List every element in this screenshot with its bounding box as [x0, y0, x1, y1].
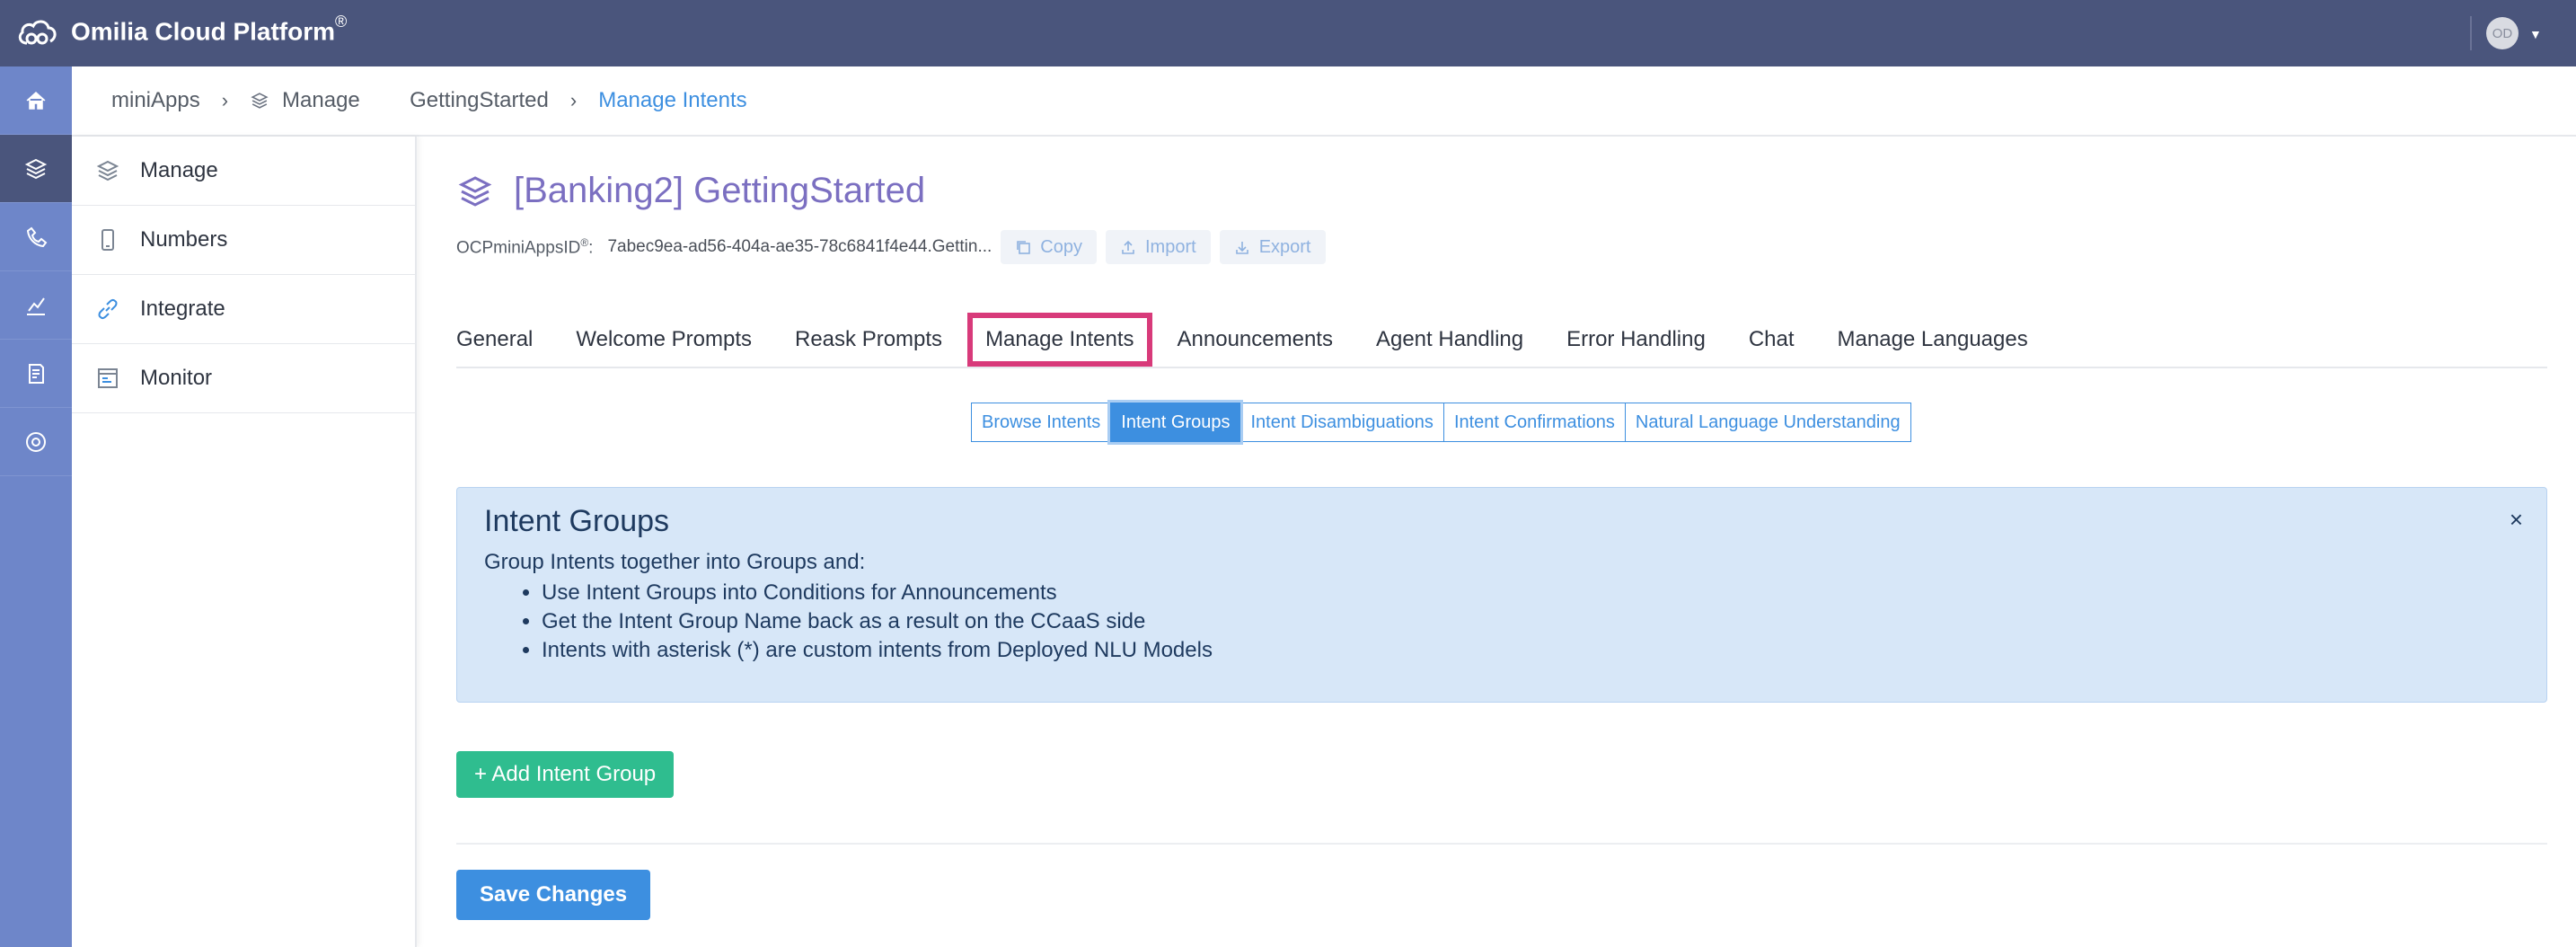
subtab-intent-groups[interactable]: Intent Groups	[1110, 403, 1241, 442]
copy-icon	[1017, 241, 1031, 254]
rail-item-global[interactable]	[0, 408, 72, 476]
chevron-right-icon: ›	[221, 89, 229, 111]
breadcrumb-item-miniapps[interactable]: miniApps	[111, 88, 200, 113]
page-title: [Banking2] GettingStarted	[514, 171, 926, 210]
subtab-intent-confirmations[interactable]: Intent Confirmations	[1442, 403, 1626, 442]
app-id-value: 7abec9ea-ad56-404a-ae35-78c6841f4e44.Get…	[607, 237, 992, 256]
caret-down-icon[interactable]: ▼	[2529, 27, 2542, 41]
tab-welcome-prompts[interactable]: Welcome Prompts	[576, 327, 752, 352]
sidebar-item-label: Numbers	[140, 227, 228, 252]
layers-icon	[458, 175, 492, 207]
sidebar-item-manage[interactable]: Manage	[72, 137, 415, 206]
app-id-label: OCPminiAppsID®:	[456, 235, 594, 258]
layers-icon	[96, 160, 119, 181]
info-list: Use Intent Groups into Conditions for An…	[542, 579, 2519, 665]
divider	[456, 843, 2547, 845]
tab-bar: General Welcome Prompts Reask Prompts Ma…	[456, 313, 2547, 368]
save-changes-button[interactable]: Save Changes	[456, 870, 651, 920]
subtab-intent-disambiguations[interactable]: Intent Disambiguations	[1239, 403, 1444, 442]
breadcrumb-item-gettingstarted[interactable]: GettingStarted	[410, 88, 549, 113]
avatar[interactable]: OD	[2486, 17, 2519, 49]
breadcrumb-item-manage[interactable]: Manage	[250, 88, 360, 113]
tab-agent-handling[interactable]: Agent Handling	[1376, 327, 1523, 352]
sidebar-item-numbers[interactable]: Numbers	[72, 206, 415, 275]
chart-icon	[27, 296, 45, 315]
import-button[interactable]: Import	[1106, 230, 1211, 264]
page-header: [Banking2] GettingStarted	[456, 171, 925, 211]
phone-icon	[26, 226, 48, 247]
rail-item-numbers[interactable]	[0, 203, 72, 271]
top-bar: Omilia Cloud Platform® OD ▼	[0, 0, 2576, 66]
info-intro: Group Intents together into Groups and:	[484, 550, 866, 574]
monitor-icon	[98, 368, 118, 388]
breadcrumb: miniApps › Manage › GettingStarted › Man…	[72, 66, 2576, 137]
list-item: Use Intent Groups into Conditions for An…	[542, 579, 2519, 607]
app-id-row: OCPminiAppsID®: 7abec9ea-ad56-404a-ae35-…	[456, 230, 1326, 264]
close-icon[interactable]: ×	[2510, 506, 2523, 534]
info-panel: Intent Groups Group Intents together int…	[456, 487, 2547, 703]
export-button[interactable]: Export	[1219, 230, 1326, 264]
tab-chat[interactable]: Chat	[1749, 327, 1795, 352]
rail-item-analytics[interactable]	[0, 271, 72, 340]
tab-manage-languages[interactable]: Manage Languages	[1838, 327, 2028, 352]
upload-icon	[1122, 240, 1134, 254]
sidebar-item-monitor[interactable]: Monitor	[72, 344, 415, 413]
app-title[interactable]: Omilia Cloud Platform®	[71, 13, 348, 46]
tab-error-handling[interactable]: Error Handling	[1566, 327, 1706, 352]
layers-icon	[251, 93, 269, 109]
tab-announcements[interactable]: Announcements	[1178, 327, 1333, 352]
icon-rail	[0, 66, 72, 947]
invoice-icon	[29, 363, 44, 384]
sidebar-item-label: Monitor	[140, 366, 213, 390]
rail-item-manage[interactable]	[0, 135, 72, 203]
subtab-natural-language-understanding[interactable]: Natural Language Understanding	[1624, 403, 1911, 442]
list-item: Intents with asterisk (*) are custom int…	[542, 636, 2519, 665]
chevron-right-icon: ›	[569, 89, 578, 111]
home-icon	[26, 91, 46, 110]
download-icon	[1235, 242, 1248, 254]
rail-item-home[interactable]	[0, 66, 72, 135]
phone-icon	[101, 229, 114, 251]
cloud-icon[interactable]	[16, 16, 57, 49]
subtab-group: Browse Intents Intent Groups Intent Disa…	[971, 403, 1911, 442]
list-item: Get the Intent Group Name back as a resu…	[542, 607, 2519, 636]
tab-manage-intents[interactable]: Manage Intents	[967, 313, 1152, 367]
rail-item-billing[interactable]	[0, 340, 72, 408]
copy-button[interactable]: Copy	[1001, 230, 1097, 264]
info-title: Intent Groups	[484, 504, 670, 538]
topbar-divider	[2470, 16, 2472, 50]
sidebar-item-integrate[interactable]: Integrate	[72, 275, 415, 344]
subtab-browse-intents[interactable]: Browse Intents	[971, 403, 1112, 442]
link-icon	[98, 298, 118, 320]
trademark-symbol: ®	[335, 13, 348, 31]
globe-icon	[26, 431, 46, 452]
add-intent-group-button[interactable]: + Add Intent Group	[456, 751, 675, 798]
tab-reask-prompts[interactable]: Reask Prompts	[795, 327, 942, 352]
sidebar-item-label: Manage	[140, 158, 218, 182]
breadcrumb-item-current: Manage Intents	[598, 88, 747, 112]
trademark-symbol: ®	[580, 235, 589, 249]
sidebar-item-label: Integrate	[140, 296, 225, 321]
layers-icon	[24, 158, 48, 179]
breadcrumb-label: Manage	[282, 88, 360, 112]
secondary-sidebar: Manage Numbers Integrate Monitor	[72, 137, 417, 947]
tab-general[interactable]: General	[456, 327, 533, 352]
